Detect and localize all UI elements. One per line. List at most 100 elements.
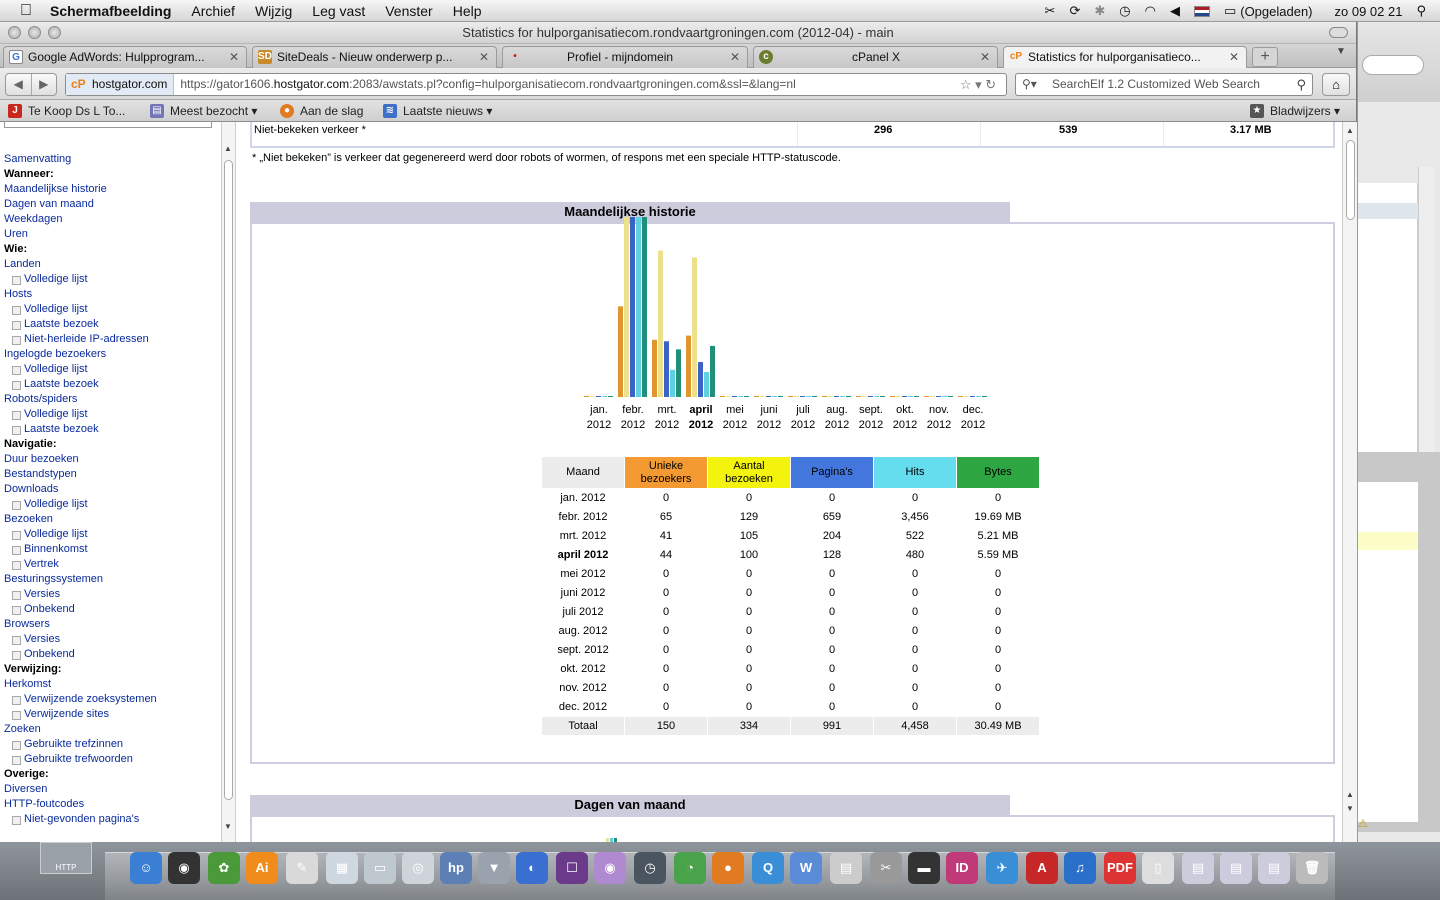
background-window-scrollbar[interactable]	[1418, 167, 1434, 457]
acrobat-icon[interactable]: A	[1026, 852, 1058, 884]
bookmark-meest-bezocht[interactable]: ▤ Meest bezocht ▾	[150, 100, 257, 122]
sidebar-item[interactable]: Samenvatting	[4, 152, 157, 167]
menu-venster[interactable]: Venster	[385, 3, 432, 19]
sidebar-subitem[interactable]: Vertrek	[4, 557, 157, 572]
close-tab-icon[interactable]: ✕	[229, 47, 239, 67]
minimize-window-button[interactable]	[28, 26, 41, 39]
menu-app-name[interactable]: Schermafbeelding	[50, 3, 171, 19]
quicktime-icon[interactable]: Q	[752, 852, 784, 884]
bookmarks-menu[interactable]: ★ Bladwijzers ▾	[1250, 100, 1340, 122]
folder-icon[interactable]: ▤	[1182, 852, 1214, 884]
facetime-icon[interactable]: ◔	[674, 852, 706, 884]
sidebar-subitem[interactable]: Volledige lijst	[4, 302, 157, 317]
sidebar-subitem[interactable]: Laatste bezoek	[4, 317, 157, 332]
sidebar-item[interactable]: Maandelijkse historie	[4, 182, 157, 197]
page-scrollbar[interactable]: ▲ ▲ ▼	[1342, 122, 1357, 842]
menu-leg-vast[interactable]: Leg vast	[312, 3, 365, 19]
finder-icon[interactable]: ☺	[130, 852, 162, 884]
tab-google-adwords[interactable]: G Google AdWords: Hulpprogram... ✕	[3, 46, 247, 68]
dashboard-icon[interactable]: ◉	[168, 852, 200, 884]
page-scroll-thumb[interactable]	[1346, 140, 1355, 220]
url-bar[interactable]: cP hostgator.com https://gator1606.hostga…	[65, 73, 1007, 96]
search-go-icon[interactable]: ⚲	[1296, 74, 1306, 95]
photos-icon[interactable]: ▤	[830, 852, 862, 884]
sidebar-subitem[interactable]: Gebruikte trefwoorden	[4, 752, 157, 767]
sidebar-subitem[interactable]: Versies	[4, 632, 157, 647]
preview-icon[interactable]: ◎	[402, 852, 434, 884]
calendar-icon[interactable]: ▦	[326, 852, 358, 884]
bookmark-te-koop[interactable]: J Te Koop Ds L To...	[8, 100, 125, 122]
tab-cpanel[interactable]: c cPanel X ✕	[753, 46, 998, 68]
sidebar-subitem[interactable]: Niet-herleide IP-adressen	[4, 332, 157, 347]
eye-icon[interactable]: ◉	[594, 852, 626, 884]
site-identity-button[interactable]: cP hostgator.com	[66, 74, 175, 95]
network-icon[interactable]: ✿	[208, 852, 240, 884]
bookmark-aan-de-slag[interactable]: ● Aan de slag	[280, 100, 363, 122]
zoom-window-button[interactable]	[48, 26, 61, 39]
history-dropdown-icon[interactable]: ▾	[975, 77, 982, 92]
close-tab-icon[interactable]: ✕	[980, 47, 990, 67]
sidebar-subitem[interactable]: Volledige lijst	[4, 497, 157, 512]
url-text[interactable]: https://gator1606.hostgator.com:2083/aws…	[174, 74, 950, 95]
textedit-icon[interactable]: ✎	[286, 852, 318, 884]
reload-icon[interactable]: ↻	[985, 77, 996, 92]
tools-icon[interactable]: ✂	[870, 852, 902, 884]
scroll-up-icon[interactable]: ▲	[1346, 790, 1354, 799]
menu-wijzig[interactable]: Wijzig	[255, 3, 292, 19]
close-window-button[interactable]	[8, 26, 21, 39]
background-window-search[interactable]	[1362, 55, 1424, 75]
new-tab-button[interactable]: +	[1252, 47, 1278, 67]
sidebar-subitem[interactable]: Volledige lijst	[4, 527, 157, 542]
word-icon[interactable]: W	[790, 852, 822, 884]
list-tabs-icon[interactable]: ▼	[1336, 46, 1346, 57]
sidebar-subitem[interactable]: Onbekend	[4, 647, 157, 662]
forward-button[interactable]: ▶	[32, 74, 57, 95]
spotlight-icon[interactable]: ⚲	[1416, 3, 1426, 19]
tab-statistics[interactable]: cP Statistics for hulporganisatieco... ✕	[1003, 46, 1247, 68]
sidebar-subitem[interactable]: Binnenkomst	[4, 542, 157, 557]
hp-icon[interactable]: hp	[440, 852, 472, 884]
sidebar-item[interactable]: Bezoeken	[4, 512, 157, 527]
search-engine-icon[interactable]: ⚲▾	[1022, 74, 1037, 95]
chrome-icon[interactable]: ◐	[516, 852, 548, 884]
flag-nl-icon[interactable]	[1193, 5, 1210, 17]
printer-icon[interactable]: ▬	[908, 852, 940, 884]
file-icon[interactable]: ▯	[1142, 852, 1174, 884]
illustrator-icon[interactable]: Ai	[246, 852, 278, 884]
sidebar-item[interactable]: Hosts	[4, 287, 157, 302]
time-machine-icon[interactable]: ◷	[1119, 3, 1130, 19]
sidebar-subitem[interactable]: Onbekend	[4, 602, 157, 617]
trash-icon[interactable]: 🗑	[1296, 852, 1328, 884]
sync-icon[interactable]: ⟳	[1069, 3, 1080, 19]
sidebar-subitem[interactable]: Versies	[4, 587, 157, 602]
home-button[interactable]: ⌂	[1322, 73, 1350, 96]
sidebar-item[interactable]: Besturingssystemen	[4, 572, 157, 587]
sidebar-item[interactable]: Diversen	[4, 782, 157, 797]
scroll-down-icon[interactable]: ▼	[224, 822, 232, 831]
clock[interactable]: zo 09 02 21	[1335, 4, 1403, 19]
sidebar-item[interactable]: Robots/spiders	[4, 392, 157, 407]
tab-sitedeals[interactable]: SD SiteDeals - Nieuw onderwerp p... ✕	[252, 46, 497, 68]
sidebar-item[interactable]: Uren	[4, 227, 157, 242]
toolbar-toggle-button[interactable]	[1329, 27, 1348, 38]
sidebar-subitem[interactable]: Volledige lijst	[4, 407, 157, 422]
close-tab-icon[interactable]: ✕	[1229, 47, 1239, 67]
sidebar-item[interactable]: HTTP-foutcodes	[4, 797, 157, 812]
sidebar-item[interactable]: Downloads	[4, 482, 157, 497]
sidebar-item[interactable]: Browsers	[4, 617, 157, 632]
sidebar-subitem[interactable]: Volledige lijst	[4, 362, 157, 377]
scissors-icon[interactable]: ✂	[1045, 3, 1056, 19]
sidebar-item[interactable]: Herkomst	[4, 677, 157, 692]
pdf-icon[interactable]: PDF	[1104, 852, 1136, 884]
indesign-icon[interactable]: ID	[946, 852, 978, 884]
bookmark-star-icon[interactable]: ☆	[960, 77, 972, 92]
close-tab-icon[interactable]: ✕	[730, 47, 740, 67]
wifi-icon[interactable]: ◠	[1145, 3, 1156, 19]
sidebar-item[interactable]: Landen	[4, 257, 157, 272]
bluetooth-icon[interactable]: ✱	[1094, 3, 1105, 19]
sidebar-subitem[interactable]: Gebruikte trefzinnen	[4, 737, 157, 752]
sidebar-subitem[interactable]: Verwijzende zoeksystemen	[4, 692, 157, 707]
battery-status[interactable]: (Opgeladen)	[1240, 4, 1312, 19]
sidebar-item[interactable]: Weekdagen	[4, 212, 157, 227]
sidebar-subitem[interactable]: Verwijzende sites	[4, 707, 157, 722]
